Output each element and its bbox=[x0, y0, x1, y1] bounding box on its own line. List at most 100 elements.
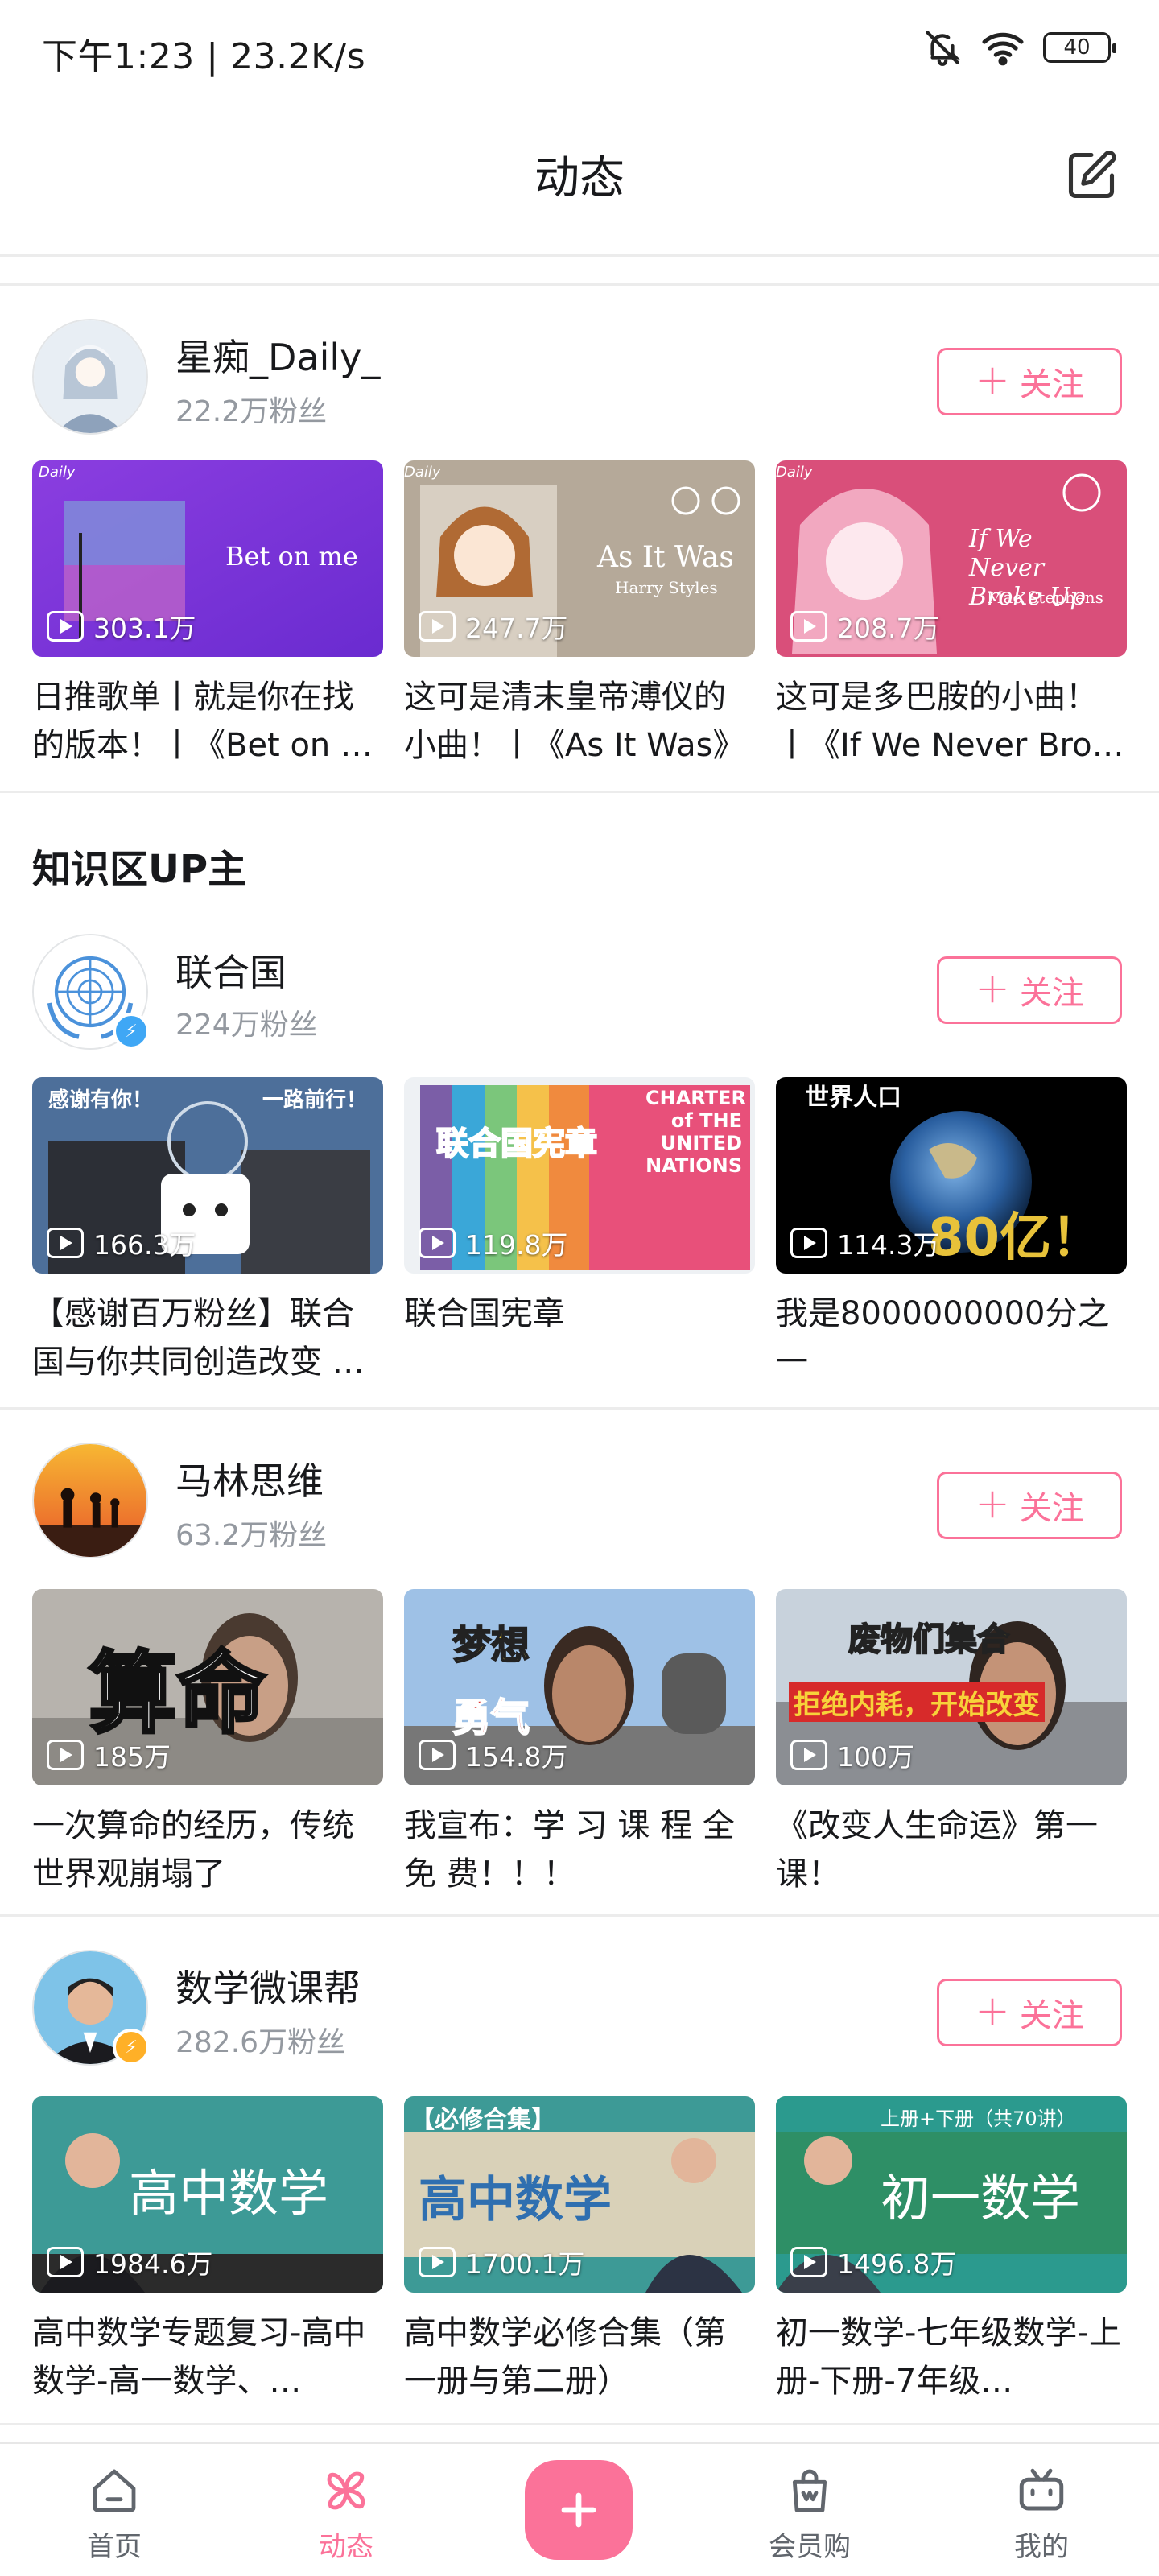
play-icon bbox=[790, 1228, 827, 1258]
thumbnail-subtext: 80亿！ bbox=[927, 1208, 1103, 1268]
video-row: 高中数学 1984.6万 高中数学专题复习-高中数学-高一数学、… 【必修合集】… bbox=[32, 2096, 1127, 2405]
shopping-bag-icon bbox=[781, 2462, 839, 2520]
verified-badge-icon: ⚡ bbox=[113, 2029, 150, 2066]
thumbnail-subtext: 拒绝内耗，开始改变 bbox=[789, 1682, 1045, 1722]
video-thumbnail[interactable]: Daily If We Never Broke Up Mae Stephens … bbox=[776, 460, 1127, 657]
video-title[interactable]: 联合国宪章 bbox=[404, 1290, 755, 1386]
bottom-nav: 首页 动态 会员购 我的 bbox=[0, 2442, 1159, 2576]
up-name[interactable]: 马林思维 bbox=[175, 1452, 324, 1505]
play-icon bbox=[47, 2247, 84, 2277]
thumbnail-text: As It Was bbox=[597, 541, 734, 574]
status-icons: 40 bbox=[922, 27, 1116, 68]
video-title[interactable]: 《改变人生命运》第一课！ bbox=[776, 1802, 1127, 1898]
video-title[interactable]: 高中数学必修合集（第一册与第二册） bbox=[404, 2309, 755, 2405]
video-row: 算命 185万 一次算命的经历，传统世界观崩塌了 梦想 勇气 154.8万 我宣… bbox=[32, 1589, 1127, 1898]
avatar[interactable] bbox=[32, 319, 148, 435]
play-icon bbox=[47, 611, 84, 642]
play-count-value: 247.7万 bbox=[465, 613, 568, 644]
divider bbox=[0, 1407, 1159, 1410]
play-count: 185万 bbox=[47, 1736, 171, 1774]
video-title[interactable]: 我宣布：学 习 课 程 全 免 费！！！ bbox=[404, 1802, 755, 1898]
video-thumbnail[interactable]: 上册+下册（共70讲） 初一数学 1496.8万 bbox=[776, 2096, 1127, 2293]
nav-item-mine[interactable]: 我的 bbox=[969, 2444, 1114, 2576]
video-card[interactable]: 世界人口 80亿！ 114.3万 我是8000000000分之一 bbox=[776, 1077, 1127, 1386]
video-card[interactable]: 废物们集合 拒绝内耗，开始改变 100万 《改变人生命运》第一课！ bbox=[776, 1589, 1127, 1898]
video-thumbnail[interactable]: 联合国宪章 CHARTER of THE UNITED NATIONS 119.… bbox=[404, 1077, 755, 1274]
video-thumbnail[interactable]: Daily As It Was Harry Styles 247.7万 bbox=[404, 460, 755, 657]
video-title[interactable]: 我是8000000000分之一 bbox=[776, 1290, 1127, 1386]
nav-item-home[interactable]: 首页 bbox=[42, 2444, 187, 2576]
up-name[interactable]: 数学微课帮 bbox=[175, 1959, 361, 2013]
video-thumbnail[interactable]: 世界人口 80亿！ 114.3万 bbox=[776, 1077, 1127, 1274]
nav-label: 会员购 bbox=[769, 2531, 851, 2563]
video-title[interactable]: 初一数学-七年级数学-上册-下册-7年级… bbox=[776, 2309, 1127, 2405]
play-icon bbox=[790, 611, 827, 642]
sunset-silhouette-avatar-icon bbox=[34, 1444, 146, 1557]
video-title[interactable]: 【感谢百万粉丝】联合国与你共同创造改变 … bbox=[32, 1290, 383, 1386]
divider bbox=[0, 2423, 1159, 2425]
nav-item-vip-shop[interactable]: 会员购 bbox=[737, 2444, 882, 2576]
play-count: 166.3万 bbox=[47, 1224, 196, 1262]
video-thumbnail[interactable]: 高中数学 1984.6万 bbox=[32, 2096, 383, 2293]
video-card[interactable]: 算命 185万 一次算命的经历，传统世界观崩塌了 bbox=[32, 1589, 383, 1898]
video-thumbnail[interactable]: 算命 185万 bbox=[32, 1589, 383, 1785]
video-card[interactable]: 感谢有你！ 一路前行！ 166.3万 【感谢百万粉丝】联合国与你共同创造改变 … bbox=[32, 1077, 383, 1386]
video-thumbnail[interactable]: 感谢有你！ 一路前行！ 166.3万 bbox=[32, 1077, 383, 1274]
thumbnail-text: 感谢有你！ bbox=[48, 1088, 154, 1113]
nav-item-dynamic[interactable]: 动态 bbox=[274, 2444, 419, 2576]
video-card[interactable]: 联合国宪章 CHARTER of THE UNITED NATIONS 119.… bbox=[404, 1077, 755, 1386]
play-count-value: 1700.1万 bbox=[465, 2248, 585, 2280]
up-name[interactable]: 星痴_Daily_ bbox=[175, 328, 380, 382]
thumbnail-subtext: 上册+下册（共70讲） bbox=[881, 2107, 1076, 2130]
follow-button[interactable]: + 关注 bbox=[937, 1979, 1122, 2046]
thumbnail-corner-label: Daily bbox=[39, 464, 76, 481]
battery-icon: 40 bbox=[1043, 32, 1116, 63]
page-title: 动态 bbox=[534, 152, 625, 204]
video-thumbnail[interactable]: 【必修合集】 高中数学 1700.1万 bbox=[404, 2096, 755, 2293]
video-title[interactable]: 一次算命的经历，传统世界观崩塌了 bbox=[32, 1802, 383, 1898]
nav-label: 我的 bbox=[1014, 2531, 1069, 2563]
video-card[interactable]: 【必修合集】 高中数学 1700.1万 高中数学必修合集（第一册与第二册） bbox=[404, 2096, 755, 2405]
video-card[interactable]: Daily As It Was Harry Styles 247.7万 这可是清… bbox=[404, 460, 755, 770]
divider bbox=[0, 1914, 1159, 1917]
follow-button[interactable]: + 关注 bbox=[937, 956, 1122, 1024]
plus-icon: + bbox=[975, 1987, 1010, 2035]
up-fans-count: 282.6万粉丝 bbox=[175, 2026, 346, 2059]
publish-button[interactable] bbox=[525, 2460, 633, 2560]
video-thumbnail[interactable]: 梦想 勇气 154.8万 bbox=[404, 1589, 755, 1785]
video-card[interactable]: 梦想 勇气 154.8万 我宣布：学 习 课 程 全 免 费！！！ bbox=[404, 1589, 755, 1898]
up-name[interactable]: 联合国 bbox=[175, 943, 287, 997]
video-title[interactable]: 这可是清末皇帝溥仪的小曲！丨《As It Was》 bbox=[404, 673, 755, 770]
play-count-value: 119.8万 bbox=[465, 1229, 568, 1261]
play-icon bbox=[790, 1740, 827, 1770]
thumbnail-text: 世界人口 bbox=[805, 1084, 901, 1112]
video-card[interactable]: 高中数学 1984.6万 高中数学专题复习-高中数学-高一数学、… bbox=[32, 2096, 383, 2405]
up-fans-count: 63.2万粉丝 bbox=[175, 1519, 328, 1552]
thumbnail-corner-label: Daily bbox=[776, 464, 813, 481]
video-card[interactable]: Daily If We Never Broke Up Mae Stephens … bbox=[776, 460, 1127, 770]
divider bbox=[0, 283, 1159, 286]
video-title[interactable]: 日推歌单丨就是你在找的版本！丨《Bet on … bbox=[32, 673, 383, 770]
play-count: 303.1万 bbox=[47, 607, 196, 646]
follow-button[interactable]: + 关注 bbox=[937, 348, 1122, 415]
avatar[interactable] bbox=[32, 1443, 148, 1558]
follow-button[interactable]: + 关注 bbox=[937, 1472, 1122, 1539]
video-card[interactable]: Daily Bet on me 303.1万 日推歌单丨就是你在找的版本！丨《B… bbox=[32, 460, 383, 770]
plus-icon: + bbox=[975, 356, 1010, 404]
thumbnail-text: 高中数学 bbox=[419, 2172, 612, 2228]
follow-label: 关注 bbox=[1019, 1997, 1084, 2034]
play-count: 208.7万 bbox=[790, 607, 939, 646]
thumbnail-subtext: 【必修合集】 bbox=[410, 2106, 555, 2134]
video-title[interactable]: 高中数学专题复习-高中数学-高一数学、… bbox=[32, 2309, 383, 2405]
status-bar: 下午1:23 | 23.2K/s 40 bbox=[0, 0, 1159, 100]
up-card: 星痴_Daily_ 22.2万粉丝 + 关注 Daily Bet on me 30… bbox=[0, 287, 1159, 791]
play-count-value: 114.3万 bbox=[837, 1229, 940, 1261]
video-thumbnail[interactable]: Daily Bet on me 303.1万 bbox=[32, 460, 383, 657]
compose-button[interactable] bbox=[1061, 145, 1122, 206]
video-title[interactable]: 这可是多巴胺的小曲！丨《If We Never Bro… bbox=[776, 673, 1127, 770]
play-count-value: 185万 bbox=[93, 1741, 171, 1773]
video-card[interactable]: 上册+下册（共70讲） 初一数学 1496.8万 初一数学-七年级数学-上册-下… bbox=[776, 2096, 1127, 2405]
play-count: 1496.8万 bbox=[790, 2243, 956, 2281]
thumbnail-text: 算命 bbox=[87, 1640, 267, 1747]
video-thumbnail[interactable]: 废物们集合 拒绝内耗，开始改变 100万 bbox=[776, 1589, 1127, 1785]
